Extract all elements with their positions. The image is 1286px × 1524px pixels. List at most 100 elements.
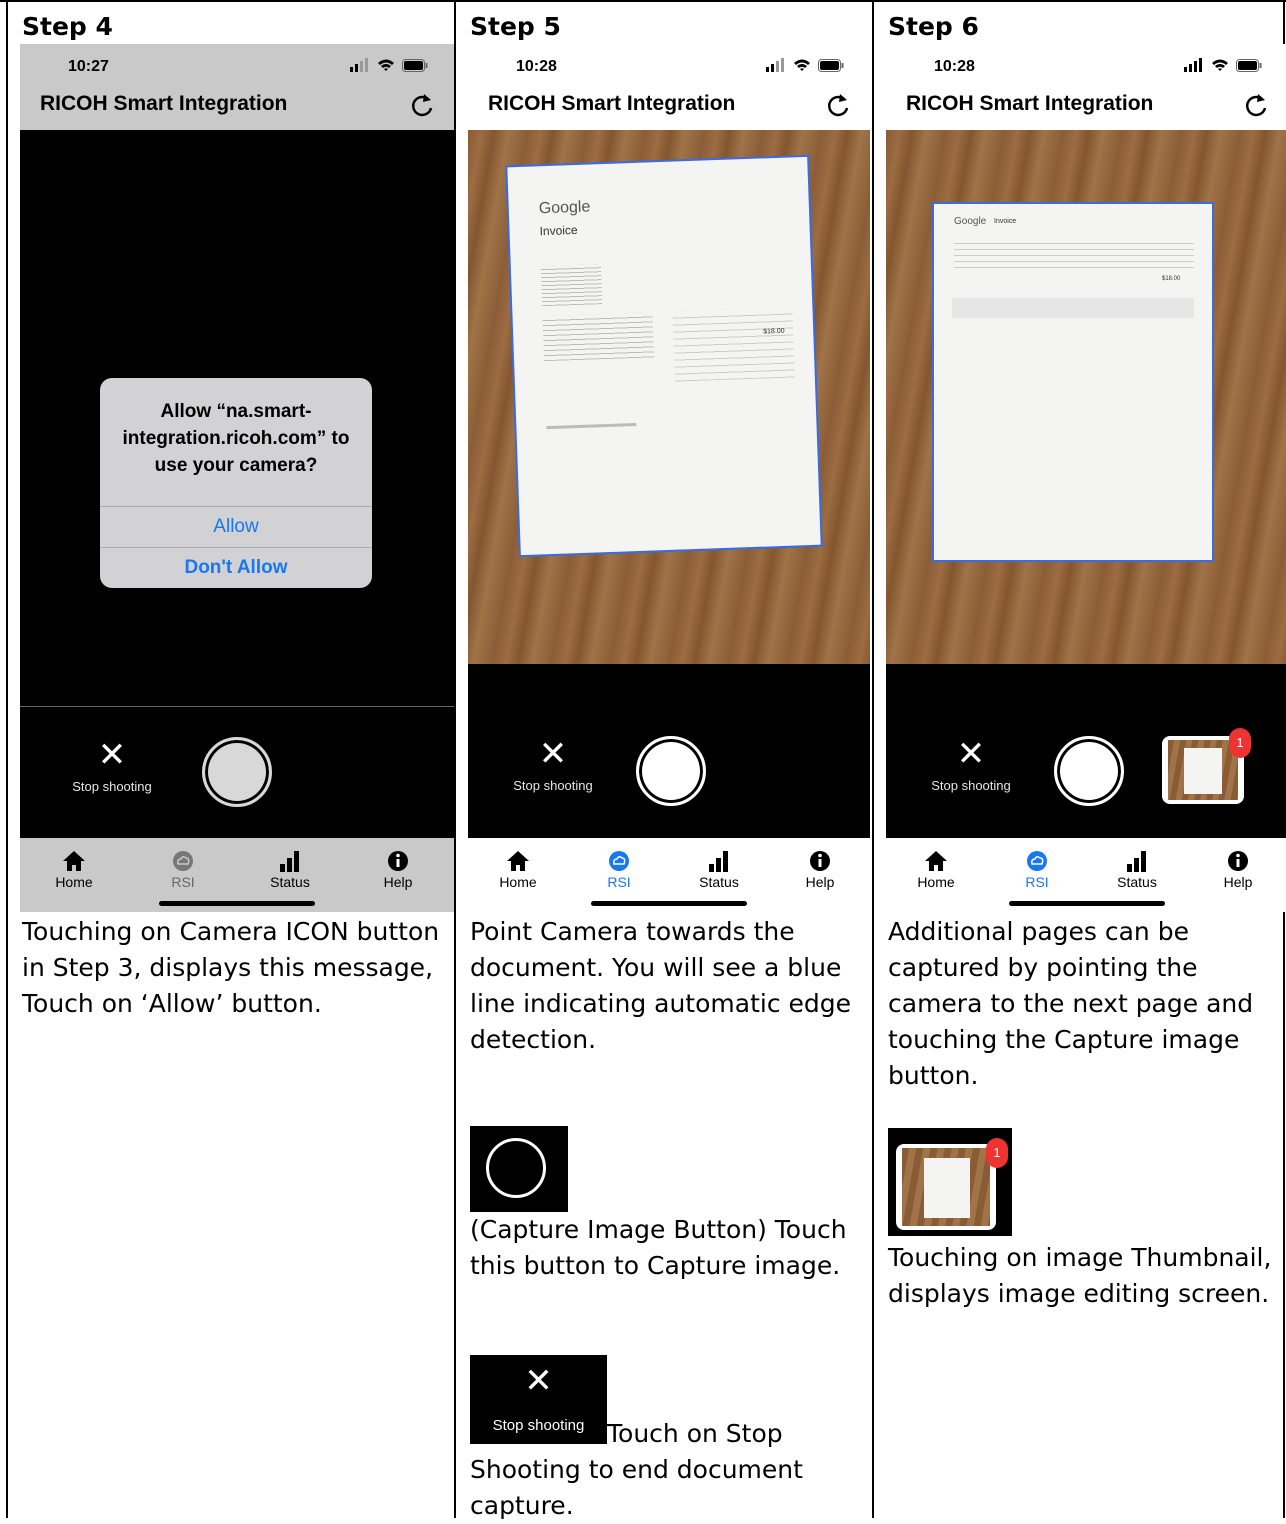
- wifi-icon: [378, 59, 394, 71]
- stop-caption: Touch on Stop Shooting to end document c…: [470, 1419, 803, 1520]
- home-icon: [63, 851, 85, 871]
- capture-button[interactable]: [1054, 736, 1124, 806]
- step-description: Point Camera towards the document. You w…: [470, 917, 852, 1054]
- tab-bar: Home RSI Status Help: [886, 838, 1286, 912]
- bar-chart-icon: [280, 851, 299, 872]
- refresh-icon[interactable]: [824, 92, 852, 120]
- tab-label: Status: [1117, 874, 1157, 890]
- clock: 10:28: [934, 58, 975, 75]
- info-icon: [1228, 851, 1248, 871]
- tab-help[interactable]: Help: [363, 848, 433, 890]
- step-heading: Step 5: [470, 12, 561, 41]
- tab-help[interactable]: Help: [785, 848, 855, 890]
- tab-label: Help: [805, 874, 835, 890]
- close-icon: ✕: [97, 735, 127, 775]
- document-total: $18.00: [763, 327, 785, 336]
- bar-chart-icon: [1127, 851, 1146, 872]
- home-indicator: [1009, 901, 1165, 906]
- tab-label: RSI: [1025, 874, 1049, 890]
- camera-controls: ✕ Stop shooting 1: [886, 706, 1286, 838]
- phone-screen: 10:27 RICOH Smart Integration Allow “na.…: [20, 44, 454, 912]
- tab-bar: Home RSI Status Help: [468, 838, 870, 912]
- status-icons: [766, 58, 844, 72]
- battery-icon: [402, 58, 428, 72]
- dialog-message: Allow “na.smart-integration.ricoh.com” t…: [122, 401, 350, 476]
- thumbnail-sample: 1: [888, 1128, 1012, 1236]
- stop-shooting-label: Stop shooting: [72, 779, 152, 794]
- app-title: RICOH Smart Integration: [40, 92, 288, 115]
- refresh-icon[interactable]: [1242, 92, 1270, 120]
- tab-status[interactable]: Status: [684, 848, 754, 890]
- tab-status[interactable]: Status: [1102, 848, 1172, 890]
- camera-controls: ✕ Stop shooting: [20, 707, 454, 838]
- clock: 10:27: [68, 58, 109, 75]
- camera-viewfinder: Google Invoice $18.00: [886, 130, 1286, 708]
- step-5-column: Step 5 10:28 RICOH Smart Integration Goo…: [454, 0, 872, 1520]
- home-indicator: [591, 901, 747, 906]
- bar-chart-icon: [709, 851, 728, 872]
- refresh-icon[interactable]: [408, 92, 436, 120]
- step-4-column: Step 4 10:27 RICOH Smart Integration All…: [6, 0, 454, 1518]
- home-icon: [507, 851, 529, 871]
- tab-rsi[interactable]: RSI: [148, 848, 218, 890]
- capture-button-sample: [470, 1126, 568, 1212]
- status-bar: 10:28: [886, 44, 1286, 90]
- capture-button[interactable]: [636, 736, 706, 806]
- stop-shooting-label: Stop shooting: [513, 778, 593, 793]
- stop-shooting-button[interactable]: ✕ Stop shooting: [57, 737, 167, 794]
- status-icons: [350, 58, 428, 72]
- document-text-lines: [954, 238, 1194, 268]
- info-icon: [810, 851, 830, 871]
- app-header: RICOH Smart Integration: [468, 90, 870, 130]
- dont-allow-button[interactable]: Don't Allow: [100, 548, 372, 588]
- battery-icon: [1236, 58, 1262, 72]
- wifi-icon: [794, 59, 810, 71]
- capture-button[interactable]: [202, 737, 272, 807]
- tab-rsi[interactable]: RSI: [1002, 848, 1072, 890]
- thumbnail-caption: Touching on image Thumbnail, displays im…: [888, 1243, 1272, 1308]
- home-icon: [925, 851, 947, 871]
- document-text-lines: [540, 264, 603, 307]
- document-text-lines: [672, 307, 795, 382]
- tab-label: Home: [55, 874, 93, 890]
- tab-label: Help: [1223, 874, 1253, 890]
- step-6-column: Step 6 10:28 RICOH Smart Integration Goo…: [872, 0, 1286, 1518]
- camera-controls: ✕ Stop shooting: [468, 706, 870, 838]
- signal-icon: [1184, 58, 1202, 72]
- tab-help[interactable]: Help: [1203, 848, 1273, 890]
- app-title: RICOH Smart Integration: [488, 92, 736, 115]
- home-indicator: [159, 901, 315, 906]
- wifi-icon: [1212, 59, 1228, 71]
- tab-label: Status: [699, 874, 739, 890]
- tab-status[interactable]: Status: [255, 848, 325, 890]
- cloud-icon: [1027, 851, 1047, 871]
- capture-caption: (Capture Image Button) Touch this button…: [470, 1215, 847, 1280]
- document-note-box: [952, 298, 1194, 318]
- step-heading: Step 4: [22, 12, 113, 41]
- step-heading: Step 6: [888, 12, 979, 41]
- document-total: $18.00: [1162, 276, 1181, 282]
- signal-icon: [766, 58, 784, 72]
- info-icon: [388, 851, 408, 871]
- clock: 10:28: [516, 58, 557, 75]
- signal-icon: [350, 58, 368, 72]
- stop-shooting-button[interactable]: ✕ Stop shooting: [498, 736, 608, 793]
- allow-button[interactable]: Allow: [100, 507, 372, 547]
- step-description: Additional pages can be captured by poin…: [888, 917, 1254, 1090]
- tab-label: RSI: [171, 874, 195, 890]
- tab-label: Help: [383, 874, 413, 890]
- stop-shooting-label: Stop shooting: [931, 778, 1011, 793]
- stop-shooting-button[interactable]: ✕ Stop shooting: [916, 736, 1026, 793]
- document-title: Invoice: [994, 218, 1017, 225]
- tab-label: Home: [499, 874, 537, 890]
- tab-home[interactable]: Home: [39, 848, 109, 890]
- camera-viewfinder: Allow “na.smart-integration.ricoh.com” t…: [20, 130, 454, 706]
- close-icon: ✕: [538, 734, 568, 774]
- cloud-icon: [609, 851, 629, 871]
- thumbnail-image: [1168, 740, 1238, 800]
- tab-home[interactable]: Home: [483, 848, 553, 890]
- camera-viewfinder: Google Invoice $18.00: [468, 130, 870, 708]
- app-header: RICOH Smart Integration: [20, 90, 454, 130]
- tab-rsi[interactable]: RSI: [584, 848, 654, 890]
- tab-home[interactable]: Home: [901, 848, 971, 890]
